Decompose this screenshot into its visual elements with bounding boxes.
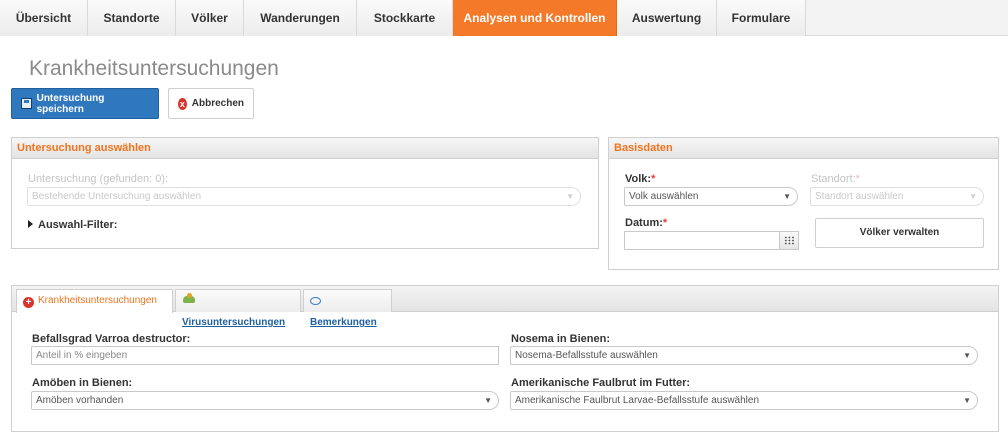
examination-select-label: Untersuchung (gefunden: 0): — [28, 173, 169, 185]
faulbrut-select-value: Amerikanische Faulbrut Larvae-Befallsstu… — [515, 395, 760, 406]
nosema-select-value: Nosema-Befallsstufe auswählen — [515, 350, 658, 361]
save-button[interactable]: Untersuchung speichern — [11, 88, 159, 119]
datum-label: Datum:* — [625, 217, 668, 229]
amoeben-select-value: Amöben vorhanden — [36, 395, 124, 406]
required-marker: * — [662, 217, 668, 229]
faulbrut-select[interactable]: Amerikanische Faulbrut Larvae-Befallsstu… — [510, 391, 978, 410]
standort-select[interactable]: Standort auswählen ▼ — [810, 187, 984, 206]
volk-label: Volk:* — [625, 173, 656, 185]
chevron-down-icon: ▼ — [963, 351, 971, 360]
amoeben-select[interactable]: Amöben vorhanden ▼ — [31, 391, 499, 410]
nosema-select[interactable]: Nosema-Befallsstufe auswählen ▼ — [510, 346, 978, 365]
examination-select-value: Bestehende Untersuchung auswählen — [32, 191, 202, 202]
chevron-down-icon: ▼ — [963, 396, 971, 405]
nav-standorte[interactable]: Standorte — [88, 0, 176, 36]
standort-select-value: Standort auswählen — [815, 191, 904, 202]
chevron-down-icon: ▼ — [783, 192, 791, 201]
manage-colonies-button[interactable]: Völker verwalten — [815, 218, 984, 248]
tab-label: Krankheitsuntersuchungen — [38, 295, 157, 306]
nav-wanderungen[interactable]: Wanderungen — [244, 0, 357, 36]
page-title: Krankheitsuntersuchungen — [29, 57, 279, 80]
tab-bemerkungen[interactable]: Bemerkungen — [303, 289, 392, 328]
nav-analysen-und-kontrollen[interactable]: Analysen und Kontrollen — [453, 0, 617, 36]
cancel-circle-icon: x — [178, 97, 187, 110]
nav-formulare[interactable]: Formulare — [717, 0, 806, 36]
required-marker: * — [855, 173, 860, 185]
varroa-label: Befallsgrad Varroa destructor: — [32, 333, 191, 345]
chevron-down-icon: ▼ — [969, 192, 977, 201]
nosema-label: Nosema in Bienen: — [511, 333, 611, 345]
add-circle-icon: + — [23, 297, 34, 308]
volk-select-value: Volk auswählen — [629, 191, 699, 202]
main-navigation: Übersicht Standorte Völker Wanderungen S… — [0, 0, 1008, 36]
tab-label: Virusuntersuchungen — [182, 317, 286, 328]
selection-filter-toggle[interactable]: Auswahl-Filter: — [28, 219, 117, 231]
floppy-disk-icon — [21, 98, 32, 109]
chevron-down-icon: ▼ — [566, 192, 574, 201]
volk-select[interactable]: Volk auswählen ▼ — [624, 187, 798, 206]
cancel-button-label: Abbrechen — [191, 98, 244, 109]
datum-input[interactable] — [624, 231, 780, 250]
cancel-button[interactable]: x Abbrechen — [168, 88, 254, 119]
select-examination-panel-title: Untersuchung auswählen — [12, 138, 598, 159]
standort-label: Standort:* — [811, 173, 860, 185]
caret-right-icon — [28, 220, 33, 228]
calendar-button[interactable] — [779, 231, 799, 250]
required-marker: * — [651, 173, 656, 185]
selection-filter-label: Auswahl-Filter: — [38, 219, 118, 231]
nav-uebersicht[interactable]: Übersicht — [0, 0, 88, 36]
amoeben-label: Amöben in Bienen: — [32, 377, 133, 389]
varroa-input[interactable]: Anteil in % eingeben — [31, 346, 499, 365]
tab-krankheitsuntersuchungen[interactable]: + Krankheitsuntersuchungen — [16, 289, 173, 313]
chevron-down-icon: ▼ — [484, 396, 492, 405]
base-data-panel-title: Basisdaten — [609, 138, 998, 159]
examination-select[interactable]: Bestehende Untersuchung auswählen ▼ — [27, 187, 581, 206]
faulbrut-label: Amerikanische Faulbrut im Futter: — [511, 377, 691, 389]
tab-bar: + Krankheitsuntersuchungen Virusuntersuch… — [12, 286, 998, 328]
save-button-label: Untersuchung speichern — [36, 92, 105, 115]
speech-bubble-icon — [310, 297, 321, 305]
nav-auswertung[interactable]: Auswertung — [617, 0, 717, 36]
virus-icon — [182, 293, 196, 305]
tab-label: Bemerkungen — [310, 317, 377, 328]
nav-stockkarte[interactable]: Stockkarte — [357, 0, 453, 36]
tab-virusuntersuchungen[interactable]: Virusuntersuchungen — [175, 289, 301, 328]
calendar-icon — [783, 236, 795, 245]
nav-voelker[interactable]: Völker — [176, 0, 244, 36]
